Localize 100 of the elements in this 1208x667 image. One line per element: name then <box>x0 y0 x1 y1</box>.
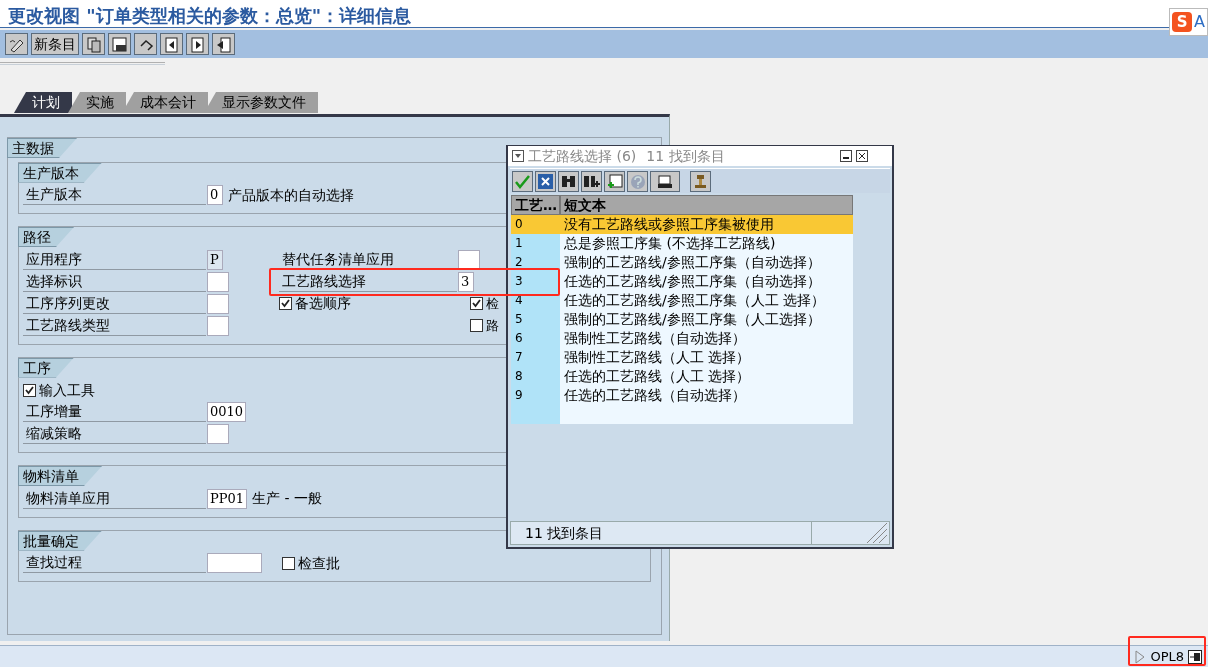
field-label: 应用程序 <box>23 249 206 270</box>
field-label: 工序序列更改 <box>23 293 206 314</box>
field-label: 缩减策略 <box>23 424 206 444</box>
checkbox[interactable] <box>470 297 483 310</box>
group-title: 主数据 <box>7 138 77 158</box>
transaction-code: OPL8 <box>1150 647 1184 666</box>
input-field[interactable]: 3 <box>458 271 474 292</box>
field-label: 替代任务清单应用 <box>279 249 457 270</box>
save-button[interactable] <box>108 33 131 55</box>
table-cell[interactable]: 9 <box>511 386 560 405</box>
table-cell[interactable]: 7 <box>511 348 560 367</box>
checkbox-label: 备选顺序 <box>295 294 351 313</box>
table-cell[interactable]: 没有工艺路线或参照工序集被使用 <box>560 215 853 234</box>
checkbox[interactable] <box>23 383 36 397</box>
ime-mode: A <box>1194 11 1205 33</box>
checkbox-label: 检 <box>486 294 499 313</box>
other-entry-icon <box>215 35 232 53</box>
split-view-icon <box>1188 649 1202 664</box>
table-cell[interactable]: 强制性工艺路线（自动选择） <box>560 329 853 348</box>
help-button[interactable] <box>627 170 648 192</box>
input-field[interactable] <box>207 553 262 573</box>
new-entries-button[interactable]: 新条目 <box>31 33 79 55</box>
close-icon <box>857 151 867 161</box>
checkbox[interactable] <box>470 319 483 332</box>
new-entry-button[interactable] <box>604 170 625 192</box>
group-title: 路径 <box>18 227 74 247</box>
input-field[interactable]: PP01 <box>207 488 248 509</box>
input-field[interactable] <box>207 293 229 314</box>
checkbox[interactable] <box>279 297 292 310</box>
table-cell[interactable]: 8 <box>511 367 560 386</box>
previous-button[interactable] <box>160 33 183 55</box>
field-label: 工艺路线选择 <box>279 271 457 292</box>
table-cell[interactable]: 3 <box>511 272 560 291</box>
field-label: 工艺路线类型 <box>23 315 206 336</box>
field-label: 生产版本 <box>23 185 206 205</box>
input-field[interactable] <box>207 271 229 292</box>
confirm-button[interactable] <box>512 170 533 192</box>
field-label: 工序增量 <box>23 402 206 422</box>
group-title: 工序 <box>18 357 74 378</box>
table-cell[interactable]: 0 <box>511 215 560 234</box>
checkbox-label: 路 <box>486 316 499 335</box>
group-title: 批量确定 <box>18 530 102 551</box>
group-title: 物料清单 <box>18 466 102 486</box>
table-cell[interactable]: 1 <box>511 234 560 253</box>
previous-icon <box>163 35 180 53</box>
pencil-button[interactable] <box>5 33 28 55</box>
ime-logo: S <box>1172 12 1193 32</box>
resize-grip-icon <box>866 522 888 544</box>
field-label: 查找过程 <box>23 553 206 573</box>
column-header: 短文本 <box>560 195 853 215</box>
save-icon <box>111 35 128 53</box>
table-cell[interactable]: 任选的工艺路线（人工 选择） <box>560 367 853 386</box>
cancel-button[interactable] <box>535 170 556 192</box>
next-button[interactable] <box>186 33 209 55</box>
checkbox-label: 检查批 <box>298 553 340 573</box>
tab[interactable]: 计划 <box>14 92 72 113</box>
table-cell[interactable]: 强制的工艺路线/参照工序集（人工选择） <box>560 310 853 329</box>
input-field[interactable] <box>458 249 480 270</box>
checkbox[interactable] <box>282 556 295 570</box>
input-field[interactable]: 0 <box>207 185 223 205</box>
checkbox-label: 输入工具 <box>39 380 95 400</box>
status-text: 11 找到条目 <box>524 523 605 543</box>
minimize-button[interactable] <box>840 150 852 162</box>
input-field[interactable] <box>207 424 229 444</box>
table-cell[interactable]: 任选的工艺路线/参照工序集（自动选择） <box>560 272 853 291</box>
tab[interactable]: 实施 <box>68 92 126 113</box>
print-button[interactable] <box>650 170 680 192</box>
table-cell[interactable]: 强制的工艺路线/参照工序集（自动选择） <box>560 253 853 272</box>
printer-icon <box>656 172 674 190</box>
next-icon <box>189 35 206 53</box>
table-cell[interactable]: 任选的工艺路线（自动选择） <box>560 386 853 405</box>
window-menu-icon <box>512 150 524 162</box>
play-icon <box>1134 649 1147 664</box>
dialog-title: 工艺路线选择 (6) <box>528 146 637 166</box>
close-icon <box>537 172 554 190</box>
pin-icon <box>692 172 709 190</box>
copy-button[interactable] <box>82 33 105 55</box>
field-label: 选择标识 <box>23 271 206 292</box>
column-header: 工艺… <box>511 195 560 215</box>
table-cell[interactable]: 5 <box>511 310 560 329</box>
minimize-icon <box>843 157 849 159</box>
group-title: 生产版本 <box>18 162 102 183</box>
dialog-hit-count: 11 找到条目 <box>646 146 725 166</box>
copy-icon <box>85 35 102 53</box>
table-cell[interactable]: 任选的工艺路线/参照工序集（人工 选择） <box>560 291 853 310</box>
question-icon <box>629 172 646 190</box>
close-button[interactable] <box>856 150 868 162</box>
search-button[interactable] <box>558 170 579 192</box>
table-cell[interactable]: 强制性工艺路线（人工 选择） <box>560 348 853 367</box>
table-cell[interactable]: 总是参照工序集 (不选择工艺路线) <box>560 234 853 253</box>
search-next-button[interactable] <box>581 170 602 192</box>
other-entry-button[interactable] <box>212 33 235 55</box>
field-description: 产品版本的自动选择 <box>228 185 354 205</box>
personal-list-button[interactable] <box>690 170 711 192</box>
field-label: 物料清单应用 <box>23 488 206 509</box>
input-field[interactable] <box>207 315 229 336</box>
table-cell[interactable]: 6 <box>511 329 560 348</box>
input-field[interactable]: 0010 <box>207 402 247 422</box>
undo-button[interactable] <box>134 33 157 55</box>
field-description: 生产 - 一般 <box>252 489 322 508</box>
